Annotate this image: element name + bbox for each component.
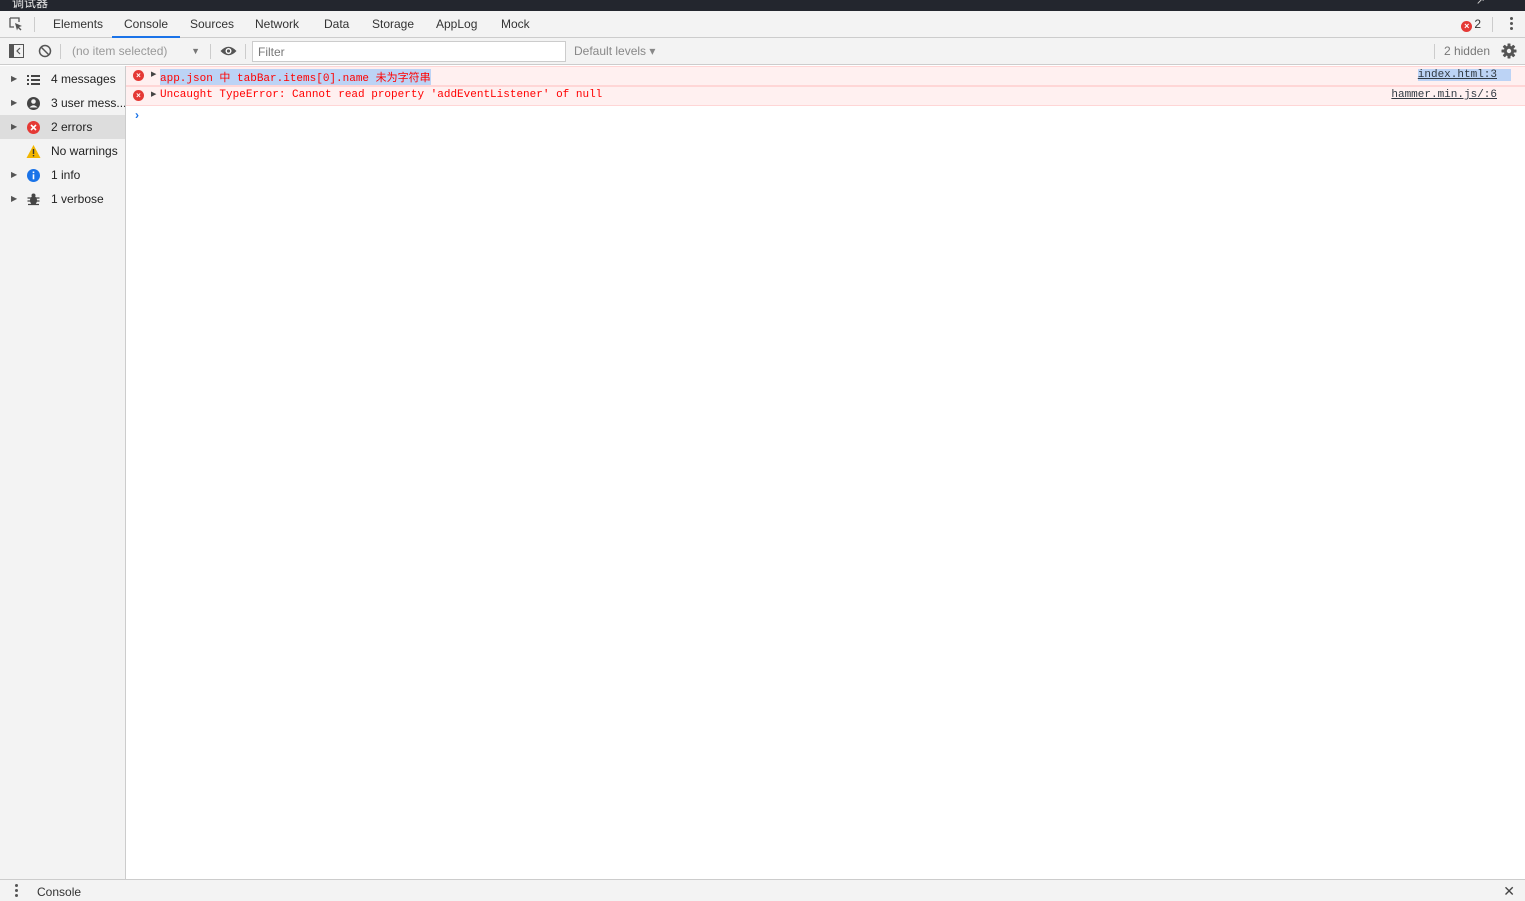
tab-mock[interactable]: Mock — [489, 11, 542, 37]
tab-storage[interactable]: Storage — [360, 11, 426, 37]
devtools-tab-bar: Elements Console Sources Network Data St… — [0, 11, 1525, 38]
chevron-down-icon: ▼ — [191, 46, 200, 56]
clear-console-icon[interactable] — [38, 44, 52, 58]
sidebar-item-label: No warnings — [51, 144, 118, 158]
warning-icon — [26, 145, 41, 158]
console-error-message[interactable]: × ▶ Uncaught TypeError: Cannot read prop… — [126, 86, 1525, 106]
expand-arrow-icon[interactable]: ▶ — [151, 90, 156, 98]
source-link[interactable]: index.html:3 — [1417, 69, 1511, 81]
sidebar-item-info[interactable]: ▶ 1 info — [0, 163, 125, 187]
more-options-icon[interactable] — [1509, 16, 1513, 32]
divider — [245, 44, 246, 59]
sidebar-item-label: 1 verbose — [51, 192, 104, 206]
tab-sources[interactable]: Sources — [178, 11, 246, 37]
context-label: (no item selected) — [72, 44, 168, 58]
sidebar-toggle-icon[interactable] — [9, 44, 24, 58]
sidebar-item-user-messages[interactable]: ▶ 3 user mess... — [0, 91, 125, 115]
error-message-text: Uncaught TypeError: Cannot read property… — [160, 89, 603, 101]
live-expression-eye-icon[interactable] — [220, 45, 237, 57]
expand-arrow-icon[interactable]: ▶ — [11, 163, 17, 187]
error-message-text: app.json 中 tabBar.items[0].name 未为字符串 — [160, 69, 431, 85]
sidebar-item-messages[interactable]: ▶ 4 messages — [0, 67, 125, 91]
tab-console[interactable]: Console — [112, 11, 181, 38]
inspect-element-icon[interactable] — [9, 17, 23, 31]
popout-icon[interactable]: ↗ — [1476, 0, 1485, 7]
console-toolbar: (no item selected) ▼ Default levels ▾ 2 … — [0, 38, 1525, 65]
console-drawer: Console ✕ — [0, 879, 1525, 901]
console-prompt-icon[interactable]: › — [135, 108, 139, 122]
expand-arrow-icon[interactable]: ▶ — [151, 70, 156, 78]
close-icon[interactable]: ✕ — [1503, 883, 1515, 900]
info-icon — [27, 169, 40, 182]
divider — [1434, 44, 1435, 59]
divider — [1492, 17, 1493, 32]
list-icon — [27, 75, 40, 85]
gear-icon[interactable] — [1501, 43, 1517, 59]
drawer-menu-icon[interactable] — [14, 884, 18, 898]
divider — [60, 44, 61, 59]
error-count-badge[interactable]: × 2 — [1461, 17, 1481, 32]
console-sidebar: ▶ 4 messages ▶ 3 user mess... ▶ 2 errors… — [0, 66, 126, 879]
expand-arrow-icon[interactable]: ▶ — [11, 115, 17, 139]
drawer-tab-console[interactable]: Console — [37, 880, 81, 901]
error-icon: × — [133, 90, 144, 101]
window-title-bar: 调试器 ↗ — [0, 0, 1525, 11]
sidebar-item-label: 1 info — [51, 168, 81, 182]
console-error-message[interactable]: × ▶ app.json 中 tabBar.items[0].name 未为字符… — [126, 66, 1525, 86]
tab-applog[interactable]: AppLog — [424, 11, 489, 37]
sidebar-item-errors[interactable]: ▶ 2 errors — [0, 115, 125, 139]
tab-data[interactable]: Data — [312, 11, 361, 37]
sidebar-item-label: 2 errors — [51, 120, 93, 134]
error-icon — [27, 121, 40, 134]
error-icon: × — [1461, 21, 1473, 32]
source-link[interactable]: hammer.min.js/:6 — [1391, 89, 1497, 101]
filter-input[interactable] — [252, 41, 566, 62]
sidebar-item-label: 3 user mess... — [51, 96, 125, 110]
sidebar-item-label: 4 messages — [51, 72, 116, 86]
console-output: × ▶ app.json 中 tabBar.items[0].name 未为字符… — [126, 66, 1525, 879]
bug-icon — [27, 193, 40, 206]
user-icon — [27, 97, 40, 110]
error-count: 2 — [1474, 17, 1481, 31]
hidden-messages-count: 2 hidden — [1443, 44, 1490, 58]
tab-network[interactable]: Network — [243, 11, 311, 37]
tab-elements[interactable]: Elements — [41, 11, 115, 37]
log-levels-dropdown[interactable]: Default levels ▾ — [574, 38, 655, 64]
divider — [210, 44, 211, 59]
divider — [34, 17, 35, 32]
sidebar-item-warnings[interactable]: No warnings — [0, 139, 125, 163]
expand-arrow-icon[interactable]: ▶ — [11, 67, 17, 91]
expand-arrow-icon[interactable]: ▶ — [11, 91, 17, 115]
error-icon: × — [133, 70, 144, 81]
context-selector[interactable]: (no item selected) ▼ — [64, 38, 204, 64]
sidebar-item-verbose[interactable]: ▶ 1 verbose — [0, 187, 125, 211]
window-title: 调试器 — [12, 0, 49, 10]
expand-arrow-icon[interactable]: ▶ — [11, 187, 17, 211]
